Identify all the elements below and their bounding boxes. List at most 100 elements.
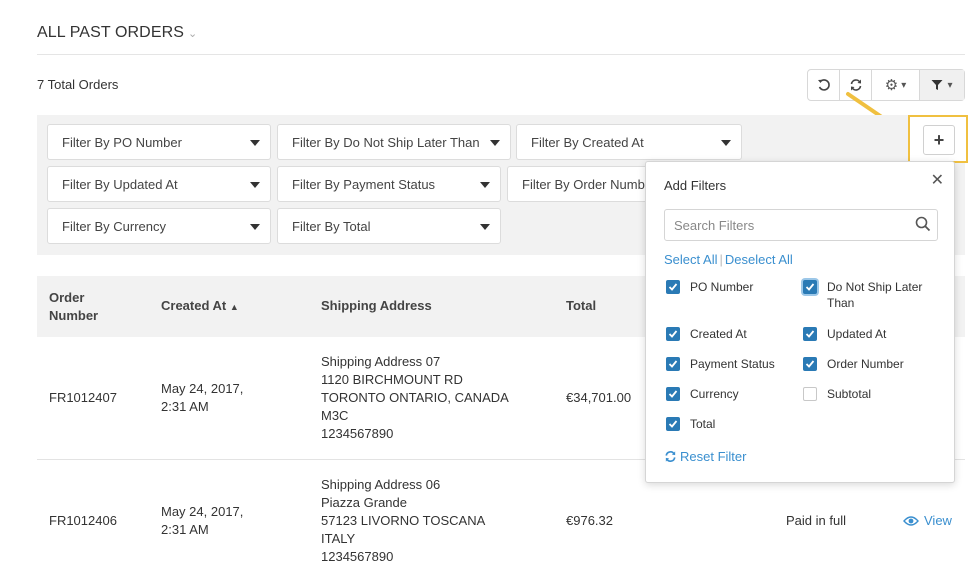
caret-down-icon: [480, 224, 490, 230]
order-number-cell: FR1012407: [49, 390, 117, 405]
filter-label: Filter By Total: [292, 218, 371, 234]
filter-payment-status[interactable]: Filter By Payment Status: [277, 166, 501, 202]
reset-label: Reset Filter: [680, 449, 747, 464]
select-links: Select All | Deselect All: [664, 252, 793, 267]
address-line: Shipping Address 06: [321, 477, 441, 492]
option-label: Currency: [690, 387, 739, 401]
refresh-icon: [665, 451, 676, 462]
option-currency[interactable]: Currency: [666, 386, 786, 402]
column-label: Created At: [161, 298, 227, 313]
option-label: PO Number: [690, 280, 754, 294]
reset-filter-link[interactable]: Reset Filter: [664, 449, 746, 464]
option-label: Payment Status: [690, 357, 775, 371]
search-placeholder: Search Filters: [674, 217, 755, 233]
checkbox-checked-icon[interactable]: [803, 327, 817, 341]
caret-down-icon: [250, 182, 260, 188]
filter-do-not-ship[interactable]: Filter By Do Not Ship Later Than: [277, 124, 511, 160]
filter-label: Filter By PO Number: [62, 134, 182, 150]
caret-down-icon: [490, 140, 500, 146]
filter-po-number[interactable]: Filter By PO Number: [47, 124, 271, 160]
option-payment-status[interactable]: Payment Status: [666, 356, 786, 372]
close-icon[interactable]: ✕: [931, 170, 944, 190]
view-label: View: [924, 513, 952, 528]
filter-updated-at[interactable]: Filter By Updated At: [47, 166, 271, 202]
caret-down-icon: [250, 140, 260, 146]
option-created-at[interactable]: Created At: [666, 326, 786, 342]
checkbox-checked-icon[interactable]: [803, 357, 817, 371]
created-time: 2:31 AM: [161, 522, 209, 537]
option-label: Subtotal: [827, 387, 872, 401]
select-all-link[interactable]: Select All: [664, 252, 717, 267]
option-do-not-ship[interactable]: Do Not Ship Later Than: [803, 279, 943, 311]
checkbox-checked-icon[interactable]: [666, 387, 680, 401]
created-date: May 24, 2017,: [161, 504, 244, 519]
created-at-cell: May 24, 2017, 2:31 AM: [161, 380, 243, 416]
total-cell: €34,701.00: [566, 390, 632, 405]
payment-status-cell: Paid in full: [786, 513, 846, 528]
option-updated-at[interactable]: Updated At: [803, 326, 943, 342]
option-label: Do Not Ship Later Than: [827, 280, 923, 310]
deselect-all-link[interactable]: Deselect All: [725, 252, 793, 267]
plus-icon: +: [933, 129, 945, 150]
address-line: ITALY: [321, 531, 356, 546]
option-label: Updated At: [827, 327, 887, 341]
address-line: Shipping Address 07: [321, 354, 441, 369]
address-line: M3C: [321, 408, 349, 423]
view-order-link[interactable]: View: [903, 512, 952, 530]
option-subtotal[interactable]: Subtotal: [803, 386, 943, 402]
undo-icon: [817, 79, 830, 91]
caret-down-icon: [250, 224, 260, 230]
checkbox-checked-icon[interactable]: [666, 357, 680, 371]
eye-icon: [903, 516, 919, 526]
checkbox-checked-icon[interactable]: [666, 327, 680, 341]
filter-button[interactable]: ▾: [920, 70, 964, 100]
filter-label: Filter By Payment Status: [292, 176, 436, 192]
order-number-cell: FR1012406: [49, 513, 117, 528]
page-title-text: ALL PAST ORDERS: [37, 24, 185, 41]
search-icon: [915, 216, 931, 232]
address-line: Piazza Grande: [321, 495, 407, 510]
address-line: 57123 LIVORNO TOSCANA: [321, 513, 486, 528]
search-filters-input[interactable]: Search Filters: [664, 209, 938, 241]
separator: |: [719, 252, 723, 267]
column-order-number[interactable]: Order Number: [49, 289, 129, 325]
filter-label: Filter By Currency: [62, 218, 167, 234]
checkbox-checked-icon[interactable]: [666, 280, 680, 294]
page-title[interactable]: ALL PAST ORDERS ⌄: [37, 24, 197, 42]
caret-down-icon: [480, 182, 490, 188]
filter-label: Filter By Created At: [531, 134, 644, 150]
option-label: Total: [690, 417, 716, 431]
filter-label: Filter By Updated At: [62, 176, 178, 192]
sort-asc-icon: ▲: [229, 302, 239, 312]
column-total[interactable]: Total: [566, 298, 596, 313]
filter-label: Filter By Order Number: [522, 176, 657, 192]
filter-label: Filter By Do Not Ship Later Than: [292, 134, 480, 150]
total-orders-count: 7 Total Orders: [37, 77, 119, 92]
chevron-down-icon: ▾: [947, 79, 953, 91]
created-date: May 24, 2017,: [161, 381, 244, 396]
option-order-number[interactable]: Order Number: [803, 356, 943, 372]
filter-order-number[interactable]: Filter By Order Number: [507, 166, 667, 202]
option-total[interactable]: Total: [666, 416, 786, 432]
total-cell: €976.32: [566, 513, 613, 528]
option-label: Order Number: [827, 357, 904, 371]
undo-button[interactable]: [808, 70, 840, 100]
filter-currency[interactable]: Filter By Currency: [47, 208, 271, 244]
address-line: 1234567890: [321, 549, 394, 564]
created-time: 2:31 AM: [161, 399, 209, 414]
add-filters-popup: Add Filters ✕ Search Filters Select All |…: [645, 161, 955, 483]
shipping-address-cell: Shipping Address 06 Piazza Grande 57123 …: [321, 476, 485, 566]
column-created-at[interactable]: Created At ▲: [161, 298, 239, 313]
checkbox-checked-icon[interactable]: [803, 280, 817, 294]
column-shipping-address[interactable]: Shipping Address: [321, 298, 432, 313]
checkbox-checked-icon[interactable]: [666, 417, 680, 431]
created-at-cell: May 24, 2017, 2:31 AM: [161, 503, 243, 539]
shipping-address-cell: Shipping Address 07 1120 BIRCHMOUNT RD T…: [321, 353, 509, 443]
option-po-number[interactable]: PO Number: [666, 279, 786, 295]
filter-total[interactable]: Filter By Total: [277, 208, 501, 244]
checkbox-unchecked-icon[interactable]: [803, 387, 817, 401]
caret-down-icon: [721, 140, 731, 146]
filter-created-at[interactable]: Filter By Created At: [516, 124, 742, 160]
divider: [37, 54, 965, 55]
add-filter-button[interactable]: +: [923, 125, 955, 155]
